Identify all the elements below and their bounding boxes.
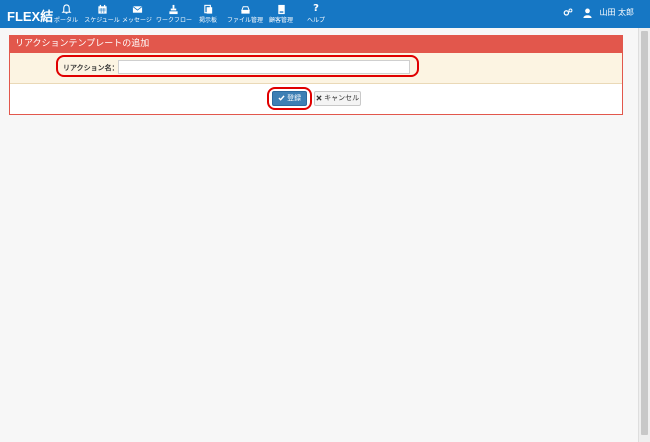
reaction-name-row: リアクション名： [10, 53, 622, 84]
customer-icon [277, 4, 285, 15]
gears-icon [563, 8, 573, 16]
panel-title: リアクションテンプレートの追加 [10, 36, 622, 53]
nav-bulletin[interactable]: 掲示板 [194, 2, 222, 26]
nav-label: 掲示板 [198, 17, 217, 24]
app-logo[interactable]: FLEX結 [7, 6, 53, 25]
user-icon [583, 8, 592, 18]
bell-icon [61, 4, 71, 14]
nav-message[interactable]: メッセージ [122, 2, 152, 26]
cancel-button[interactable]: キャンセル [314, 91, 361, 106]
nav-label: ファイル管理 [226, 17, 263, 24]
vertical-scrollbar[interactable] [638, 28, 650, 442]
calendar-icon [97, 4, 107, 14]
button-row: 登録 キャンセル [10, 84, 622, 115]
nav-label: スケジュール [84, 17, 120, 24]
user-menu[interactable]: 山田 太郎 [563, 7, 634, 18]
nav-label: ポータル [53, 17, 78, 24]
scrollbar-thumb[interactable] [641, 31, 648, 435]
top-navbar: FLEX結 ポータル スケジュール メッセージ ワークフロー 掲示板 ファイル管… [0, 0, 650, 28]
cancel-label: キャンセル [324, 94, 360, 102]
nav-customer-management[interactable]: 顧客管理 [266, 2, 296, 26]
reaction-name-label: リアクション名： [63, 64, 119, 72]
user-name: 山田 太郎 [599, 8, 634, 17]
nav-help[interactable]: ? ヘルプ [302, 2, 330, 26]
question-icon: ? [313, 3, 319, 14]
bulletin-icon [203, 4, 212, 14]
close-icon [316, 95, 322, 101]
nav-workflow[interactable]: ワークフロー [156, 2, 193, 26]
nav-label: メッセージ [122, 17, 152, 24]
envelope-icon [132, 6, 142, 13]
reaction-template-panel: リアクションテンプレートの追加 リアクション名： 登録 キャンセル [9, 35, 623, 115]
file-drive-icon [240, 6, 250, 14]
nav-portal[interactable]: ポータル [52, 2, 80, 26]
register-button[interactable]: 登録 [272, 91, 307, 106]
reaction-name-input[interactable] [118, 60, 410, 74]
nav-label: 顧客管理 [268, 17, 293, 24]
nav-file-management[interactable]: ファイル管理 [226, 2, 264, 26]
nav-schedule[interactable]: スケジュール [84, 2, 120, 26]
nav-label: ワークフロー [156, 17, 193, 24]
register-label: 登録 [287, 94, 302, 102]
check-icon [278, 95, 285, 101]
nav-label: ヘルプ [306, 17, 325, 24]
workflow-icon [168, 4, 178, 15]
